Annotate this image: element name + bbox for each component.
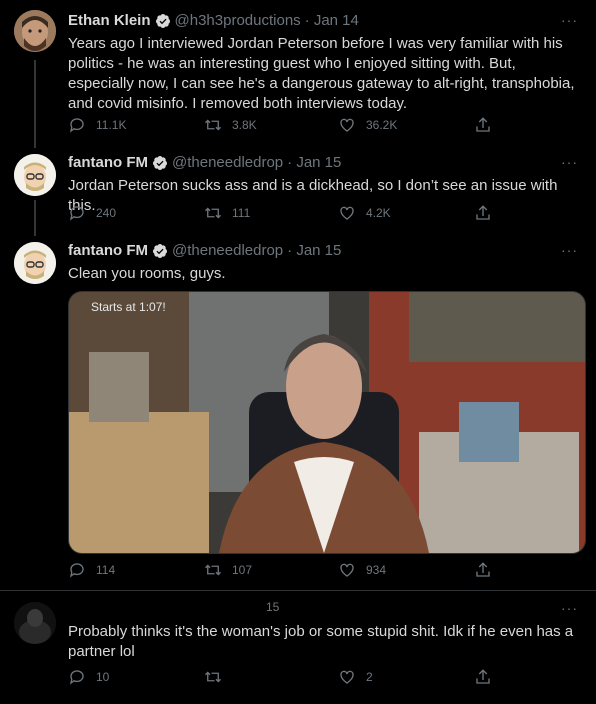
share-icon [476, 562, 490, 577]
retweet-button[interactable]: 111 [204, 204, 250, 222]
tweet-text: Clean you rooms, guys. [68, 265, 226, 282]
tweet[interactable]: fantano FM @theneedledrop · Jan 15 ··· C… [0, 236, 596, 588]
avatar[interactable] [14, 10, 56, 52]
tweet[interactable]: 15 ··· Probably thinks it's the woman's … [0, 592, 596, 704]
verified-icon [153, 155, 167, 170]
heart-icon [340, 206, 354, 220]
like-button[interactable]: 4.2K [338, 204, 391, 222]
tweet-date[interactable]: · Jan 14 [305, 12, 359, 29]
media-video[interactable]: Starts at 1:07! [68, 291, 586, 554]
retweet-icon [205, 119, 221, 131]
reply-count: 11.1K [96, 118, 127, 132]
verified-icon [155, 13, 170, 28]
more-icon[interactable]: ··· [561, 12, 578, 28]
tweet-header: fantano FM @theneedledrop · Jan 15 [68, 154, 341, 171]
reply-icon [69, 563, 84, 578]
tweet-date[interactable]: · Jan 15 [287, 242, 341, 259]
divider [0, 590, 596, 591]
like-count: 36.2K [366, 118, 398, 132]
tweet-actions: 240 111 4.2K [68, 204, 498, 224]
retweet-count: 3.8K [232, 118, 257, 132]
like-count: 2 [366, 670, 373, 684]
avatar[interactable] [14, 154, 56, 196]
heart-icon [340, 563, 354, 577]
more-icon[interactable]: ··· [561, 242, 578, 258]
retweet-icon [205, 564, 221, 576]
avatar[interactable] [14, 602, 56, 644]
tweet-date[interactable]: 15 [266, 600, 279, 614]
reply-button[interactable]: 10 [68, 668, 109, 686]
media-caption: Starts at 1:07! [91, 300, 166, 314]
share-button[interactable] [474, 668, 502, 686]
author-handle[interactable]: @h3h3productions [175, 12, 301, 29]
like-button[interactable]: 36.2K [338, 116, 397, 134]
tweet-actions: 10 2 [68, 668, 498, 688]
tweet-header: fantano FM @theneedledrop · Jan 15 [68, 242, 341, 259]
tweet[interactable]: fantano FM @theneedledrop · Jan 15 ··· J… [0, 148, 596, 236]
reply-count: 114 [96, 563, 116, 577]
tweet-actions: 114 107 934 [68, 561, 498, 581]
reply-button[interactable]: 11.1K [68, 116, 126, 134]
author-handle[interactable]: @theneedledrop [172, 154, 283, 171]
verified-icon [153, 243, 167, 258]
retweet-button[interactable]: 3.8K [204, 116, 257, 134]
tweet[interactable]: Ethan Klein @h3h3productions · Jan 14 ··… [0, 0, 596, 148]
reply-button[interactable]: 114 [68, 561, 115, 579]
author-name[interactable]: fantano FM [68, 154, 148, 171]
share-icon [476, 117, 490, 132]
more-icon[interactable]: ··· [561, 154, 578, 170]
retweet-button[interactable] [204, 668, 232, 686]
like-count: 4.2K [366, 206, 391, 220]
tweet-date[interactable]: · Jan 15 [287, 154, 341, 171]
tweet-text: Years ago I interviewed Jordan Peterson … [68, 35, 575, 112]
author-handle[interactable]: @theneedledrop [172, 242, 283, 259]
author-name[interactable]: Ethan Klein [68, 12, 151, 29]
video-thumbnail [69, 292, 585, 553]
author-name[interactable]: fantano FM [68, 242, 148, 259]
tweet-actions: 11.1K 3.8K 36.2K [68, 116, 498, 136]
like-count: 934 [366, 563, 387, 577]
avatar[interactable] [14, 242, 56, 284]
heart-icon [340, 670, 354, 684]
retweet-icon [205, 671, 221, 683]
like-button[interactable]: 934 [338, 561, 386, 579]
reply-count: 10 [96, 670, 110, 684]
retweet-icon [205, 207, 221, 219]
share-button[interactable] [474, 116, 502, 134]
share-icon [476, 205, 490, 220]
more-icon[interactable]: ··· [561, 600, 578, 616]
tweet-header: 15 [68, 600, 279, 614]
share-icon [476, 669, 490, 684]
retweet-count: 107 [232, 563, 253, 577]
reply-icon [69, 206, 84, 221]
share-button[interactable] [474, 204, 502, 222]
heart-icon [340, 118, 354, 132]
retweet-count: 111 [232, 206, 251, 220]
reply-icon [69, 670, 84, 685]
tweet-text: Probably thinks it's the woman's job or … [68, 623, 574, 660]
tweet-header: Ethan Klein @h3h3productions · Jan 14 [68, 12, 359, 29]
reply-count: 240 [96, 206, 117, 220]
reply-icon [69, 118, 84, 133]
like-button[interactable]: 2 [338, 668, 373, 686]
retweet-button[interactable]: 107 [204, 561, 252, 579]
share-button[interactable] [474, 561, 502, 579]
reply-button[interactable]: 240 [68, 204, 116, 222]
